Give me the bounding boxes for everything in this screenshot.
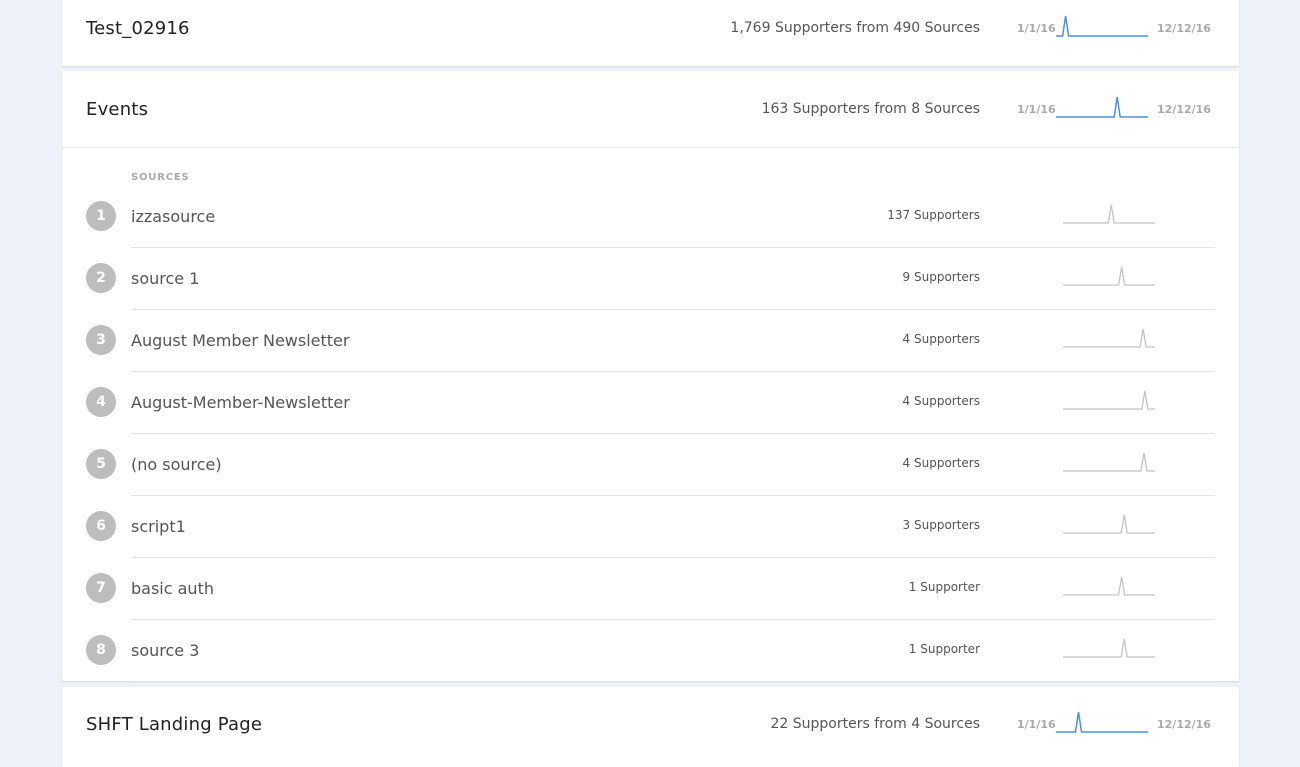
source-sparkline — [1063, 204, 1155, 224]
source-name: script1 — [131, 517, 186, 536]
campaign-summary: 1,769 Supporters from 490 Sources — [730, 20, 980, 36]
campaign-summary: 22 Supporters from 4 Sources — [770, 716, 981, 732]
source-rank-badge: 7 — [86, 573, 116, 603]
sparkline-end-date: 12/12/16 — [1157, 103, 1211, 116]
source-sparkline — [1063, 576, 1155, 596]
sparkline-line — [1063, 266, 1155, 286]
campaign-title: Events — [86, 99, 149, 120]
source-rank-badge: 1 — [86, 201, 116, 231]
source-supporter-count: 3 Supporters — [902, 518, 980, 532]
campaign-sparkline — [1056, 15, 1148, 37]
campaign-title: Test_02916 — [86, 18, 190, 39]
source-rank-badge: 8 — [86, 635, 116, 665]
source-supporter-count: 1 Supporter — [908, 642, 980, 656]
source-name: izzasource — [131, 207, 216, 226]
sparkline-line — [1063, 638, 1155, 658]
campaign-title: SHFT Landing Page — [86, 714, 263, 735]
source-name: (no source) — [131, 455, 222, 474]
sparkline-line — [1063, 204, 1155, 224]
sources-section-label: SOURCES — [131, 172, 190, 183]
campaign-card-header[interactable]: Test_02916 1,769 Supporters from 490 Sou… — [62, 0, 1239, 66]
source-rank-badge: 4 — [86, 387, 116, 417]
sparkline-line — [1056, 15, 1148, 37]
source-sparkline — [1063, 328, 1155, 348]
source-rank-badge: 6 — [86, 511, 116, 541]
campaign-summary: 163 Supporters from 8 Sources — [761, 101, 980, 117]
source-row[interactable]: 8 source 3 1 Supporter — [62, 620, 1239, 682]
sparkline-line — [1063, 452, 1155, 472]
sparkline-start-date: 1/1/16 — [1017, 718, 1056, 731]
sparkline-line — [1063, 328, 1155, 348]
campaign-sparkline — [1056, 96, 1148, 118]
campaign-card-header[interactable]: SHFT Landing Page 22 Supporters from 4 S… — [62, 687, 1239, 763]
source-sparkline — [1063, 266, 1155, 286]
source-row[interactable]: 1 izzasource 137 Supporters — [62, 186, 1239, 248]
source-row[interactable]: 7 basic auth 1 Supporter — [62, 558, 1239, 620]
sparkline-end-date: 12/12/16 — [1157, 718, 1211, 731]
sparkline-end-date: 12/12/16 — [1157, 22, 1211, 35]
campaign-card-shft-landing-page[interactable]: SHFT Landing Page 22 Supporters from 4 S… — [62, 687, 1239, 767]
source-sparkline — [1063, 638, 1155, 658]
source-name: August-Member-Newsletter — [131, 393, 350, 412]
source-supporter-count: 4 Supporters — [902, 394, 980, 408]
source-row[interactable]: 5 (no source) 4 Supporters — [62, 434, 1239, 496]
source-row[interactable]: 3 August Member Newsletter 4 Supporters — [62, 310, 1239, 372]
source-row[interactable]: 2 source 1 9 Supporters — [62, 248, 1239, 310]
source-supporter-count: 9 Supporters — [902, 270, 980, 284]
campaign-card-events[interactable]: Events 163 Supporters from 8 Sources 1/1… — [62, 71, 1239, 682]
source-supporter-count: 4 Supporters — [902, 456, 980, 470]
source-name: source 1 — [131, 269, 200, 288]
sparkline-start-date: 1/1/16 — [1017, 103, 1056, 116]
source-name: August Member Newsletter — [131, 331, 350, 350]
source-rank-badge: 3 — [86, 325, 116, 355]
campaign-sparkline — [1056, 711, 1148, 733]
source-rank-badge: 5 — [86, 449, 116, 479]
source-rank-badge: 2 — [86, 263, 116, 293]
source-supporter-count: 4 Supporters — [902, 332, 980, 346]
sparkline-line — [1056, 96, 1148, 118]
sparkline-line — [1063, 576, 1155, 596]
sparkline-line — [1056, 711, 1148, 733]
sparkline-start-date: 1/1/16 — [1017, 22, 1056, 35]
sparkline-line — [1063, 390, 1155, 410]
campaign-card-header[interactable]: Events 163 Supporters from 8 Sources 1/1… — [62, 71, 1239, 148]
source-sparkline — [1063, 514, 1155, 534]
source-sparkline — [1063, 390, 1155, 410]
source-name: basic auth — [131, 579, 214, 598]
source-row[interactable]: 4 August-Member-Newsletter 4 Supporters — [62, 372, 1239, 434]
campaign-card-test-02916[interactable]: Test_02916 1,769 Supporters from 490 Sou… — [62, 0, 1239, 66]
source-sparkline — [1063, 452, 1155, 472]
source-supporter-count: 1 Supporter — [908, 580, 980, 594]
row-divider — [131, 681, 1215, 682]
source-name: source 3 — [131, 641, 200, 660]
source-supporter-count: 137 Supporters — [887, 208, 980, 222]
source-row[interactable]: 6 script1 3 Supporters — [62, 496, 1239, 558]
sparkline-line — [1063, 514, 1155, 534]
